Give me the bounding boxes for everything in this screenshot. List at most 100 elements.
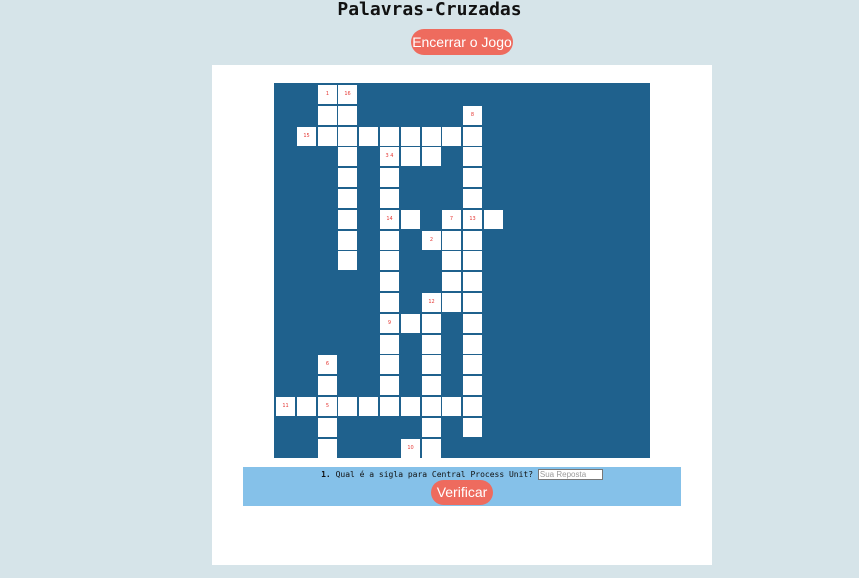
grid-cell[interactable] (463, 251, 482, 270)
grid-cell[interactable] (442, 231, 461, 250)
grid-cell[interactable] (318, 127, 337, 146)
clue-number-label: 8 (470, 112, 475, 118)
grid-cell[interactable] (338, 210, 357, 229)
grid-cell[interactable] (401, 397, 420, 416)
grid-cell[interactable] (442, 127, 461, 146)
clue-number-label: 6 (325, 361, 330, 367)
grid-cell[interactable] (463, 272, 482, 291)
grid-cell[interactable] (484, 210, 503, 229)
grid-cell[interactable] (422, 397, 441, 416)
grid-cell[interactable] (401, 314, 420, 333)
grid-cell[interactable] (297, 397, 316, 416)
grid-cell[interactable] (338, 231, 357, 250)
grid-cell[interactable] (463, 231, 482, 250)
grid-cell[interactable] (338, 147, 357, 166)
crossword-board: 1 16 8 15 3 4 14 7 13 2 12 9 6 11 5 10 (274, 83, 650, 458)
grid-cell[interactable] (422, 147, 441, 166)
grid-cell[interactable]: 2 (422, 231, 441, 250)
clue-number-label: 13 (469, 216, 476, 222)
clue-number: 1. (321, 470, 331, 479)
grid-cell[interactable] (442, 272, 461, 291)
clue-number-label: 5 (325, 403, 330, 409)
grid-cell[interactable]: 6 (318, 355, 337, 374)
grid-cell[interactable]: 16 (338, 85, 357, 104)
grid-cell[interactable] (380, 293, 399, 312)
grid-cell[interactable] (338, 251, 357, 270)
clue-number-label: 14 (386, 216, 393, 222)
grid-cell[interactable]: 12 (422, 293, 441, 312)
grid-cell[interactable] (463, 127, 482, 146)
grid-cell[interactable]: 10 (401, 439, 420, 458)
grid-cell[interactable] (318, 418, 337, 437)
grid-cell[interactable] (318, 376, 337, 395)
grid-cell[interactable] (380, 397, 399, 416)
grid-cell[interactable] (380, 272, 399, 291)
grid-cell[interactable] (463, 397, 482, 416)
grid-cell[interactable] (422, 335, 441, 354)
grid-cell[interactable]: 7 (442, 210, 461, 229)
grid-cell[interactable]: 8 (463, 106, 482, 125)
grid-cell[interactable] (380, 376, 399, 395)
grid-cell[interactable] (463, 293, 482, 312)
grid-cell[interactable] (380, 168, 399, 187)
grid-cell[interactable] (380, 335, 399, 354)
clue-number-label: 1 (325, 91, 330, 97)
grid-cell[interactable] (463, 418, 482, 437)
grid-cell[interactable] (359, 127, 378, 146)
grid-cell[interactable] (463, 168, 482, 187)
grid-cell[interactable] (442, 293, 461, 312)
grid-cell[interactable]: 11 (276, 397, 295, 416)
grid-cell[interactable] (422, 127, 441, 146)
page-title: Palavras-Cruzadas (337, 0, 522, 20)
grid-cell[interactable] (380, 127, 399, 146)
grid-cell[interactable] (463, 189, 482, 208)
end-game-button[interactable]: Encerrar o Jogo (411, 29, 513, 55)
grid-cell[interactable] (463, 314, 482, 333)
grid-cell[interactable] (463, 376, 482, 395)
clue-number-label: 2 (429, 237, 434, 243)
grid-cell[interactable] (442, 397, 461, 416)
grid-cell[interactable]: 15 (297, 127, 316, 146)
grid-cell[interactable] (463, 335, 482, 354)
grid-cell[interactable] (401, 147, 420, 166)
clue-text: Qual é a sigla para Central Process Unit… (335, 470, 534, 479)
grid-cell[interactable] (338, 168, 357, 187)
clue-bar: 1. Qual é a sigla para Central Process U… (243, 467, 681, 506)
clue-number-label: 11 (282, 403, 289, 409)
grid-cell[interactable] (338, 189, 357, 208)
grid-cell[interactable]: 5 (318, 397, 337, 416)
grid-cell[interactable] (422, 355, 441, 374)
grid-cell[interactable] (338, 106, 357, 125)
grid-cell[interactable] (338, 127, 357, 146)
grid-cell[interactable] (422, 418, 441, 437)
grid-cell[interactable] (359, 397, 378, 416)
grid-cell[interactable] (463, 147, 482, 166)
grid-cell[interactable]: 9 (380, 314, 399, 333)
grid-cell[interactable] (401, 210, 420, 229)
clue-number-label: 7 (449, 216, 454, 222)
grid-cell[interactable]: 1 (318, 85, 337, 104)
clue-number-label: 9 (387, 320, 392, 326)
clue-number-label: 12 (428, 299, 435, 305)
grid-cell[interactable] (380, 189, 399, 208)
grid-cell[interactable]: 3 4 (380, 147, 399, 166)
clue-number-label: 15 (303, 133, 310, 139)
grid-cell[interactable] (422, 439, 441, 458)
grid-cell[interactable] (380, 231, 399, 250)
verify-button[interactable]: Verificar (431, 480, 493, 505)
grid-cell[interactable] (401, 127, 420, 146)
grid-cell[interactable] (338, 397, 357, 416)
clue-number-label: 16 (344, 91, 351, 97)
grid-cell[interactable] (422, 376, 441, 395)
clue-number-label: 3 4 (385, 153, 394, 159)
answer-input[interactable] (537, 469, 603, 480)
grid-cell[interactable]: 14 (380, 210, 399, 229)
grid-cell[interactable] (318, 106, 337, 125)
grid-cell[interactable]: 13 (463, 210, 482, 229)
grid-cell[interactable] (442, 251, 461, 270)
grid-cell[interactable] (380, 251, 399, 270)
grid-cell[interactable] (422, 314, 441, 333)
grid-cell[interactable] (463, 355, 482, 374)
grid-cell[interactable] (380, 355, 399, 374)
grid-cell[interactable] (318, 439, 337, 458)
